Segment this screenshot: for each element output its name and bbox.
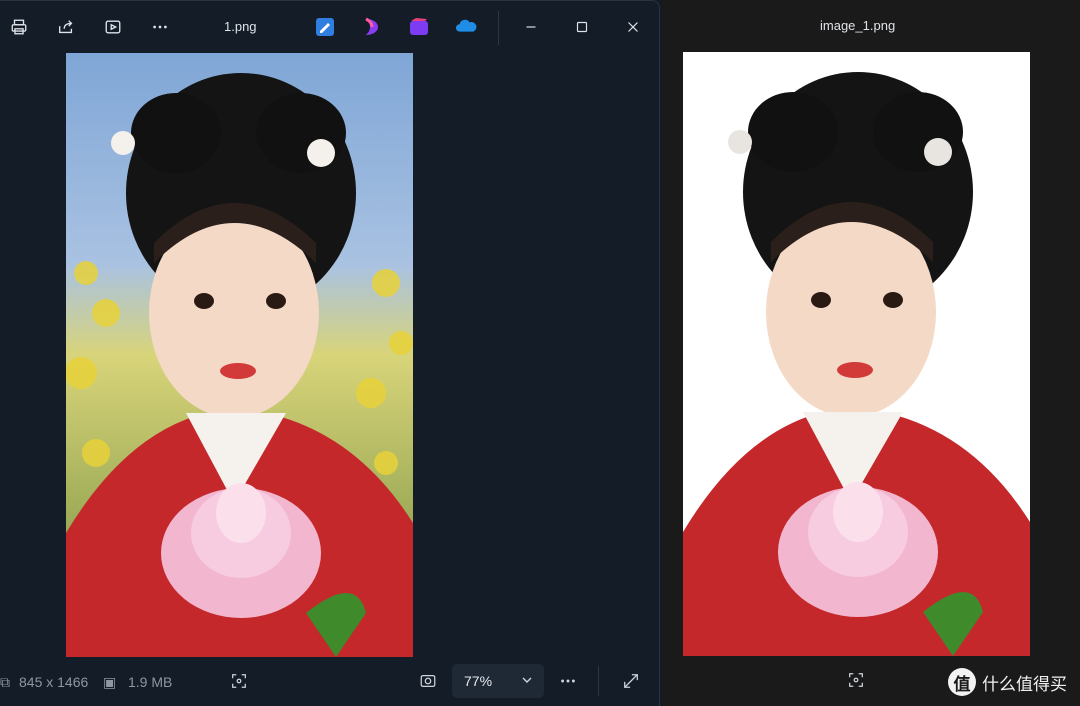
slideshow-icon[interactable]	[100, 14, 126, 40]
clipchamp-app-icon[interactable]	[408, 16, 430, 38]
left-photo-window: 1.png ⧉ 845 x 1466 ▣ 1.9 MB 77%	[0, 0, 660, 706]
zoom-dropdown[interactable]: 77%	[452, 664, 544, 698]
window-title: image_1.png	[820, 18, 896, 33]
save-icon: ▣	[103, 674, 117, 690]
image-canvas	[0, 53, 659, 657]
share-icon[interactable]	[53, 14, 79, 40]
status-bar: ⧉ 845 x 1466 ▣ 1.9 MB	[0, 657, 659, 706]
zoom-value: 77%	[464, 673, 493, 689]
maximize-icon[interactable]	[569, 14, 595, 40]
watermark-logo: 值	[948, 668, 976, 696]
watermark-text: 什么值得买	[982, 674, 1067, 694]
image-dimensions: 845 x 1466	[19, 674, 89, 690]
portrait-image-no-background	[683, 52, 1030, 656]
minimize-icon[interactable]	[518, 14, 544, 40]
chevron-down-icon	[522, 677, 532, 683]
portrait-image	[66, 53, 413, 657]
close-icon[interactable]	[620, 14, 646, 40]
fit-to-window-icon[interactable]	[415, 668, 441, 694]
file-size: 1.9 MB	[128, 674, 173, 690]
left-titlebar: 1.png	[0, 1, 659, 53]
right-titlebar: image_1.png	[662, 0, 1080, 52]
dimension-icon: ⧉	[0, 674, 10, 690]
status-divider	[598, 666, 599, 696]
photo-cutout	[683, 52, 1030, 656]
fullscreen-icon[interactable]	[618, 668, 644, 694]
onedrive-icon[interactable]	[455, 16, 477, 38]
photo-original	[66, 53, 413, 657]
status-more-icon[interactable]	[555, 668, 581, 694]
right-photo-window: image_1.png	[662, 0, 1080, 706]
titlebar-divider	[498, 11, 499, 45]
crop-icon[interactable]	[843, 667, 869, 693]
designer-app-icon[interactable]	[361, 16, 383, 38]
window-title: 1.png	[224, 19, 257, 34]
more-icon[interactable]	[147, 14, 173, 40]
editor-app-icon[interactable]	[314, 16, 336, 38]
watermark: 值 什么值得买	[948, 667, 1067, 697]
image-canvas	[662, 52, 1080, 656]
crop-icon[interactable]	[226, 668, 252, 694]
print-icon[interactable]	[6, 14, 32, 40]
